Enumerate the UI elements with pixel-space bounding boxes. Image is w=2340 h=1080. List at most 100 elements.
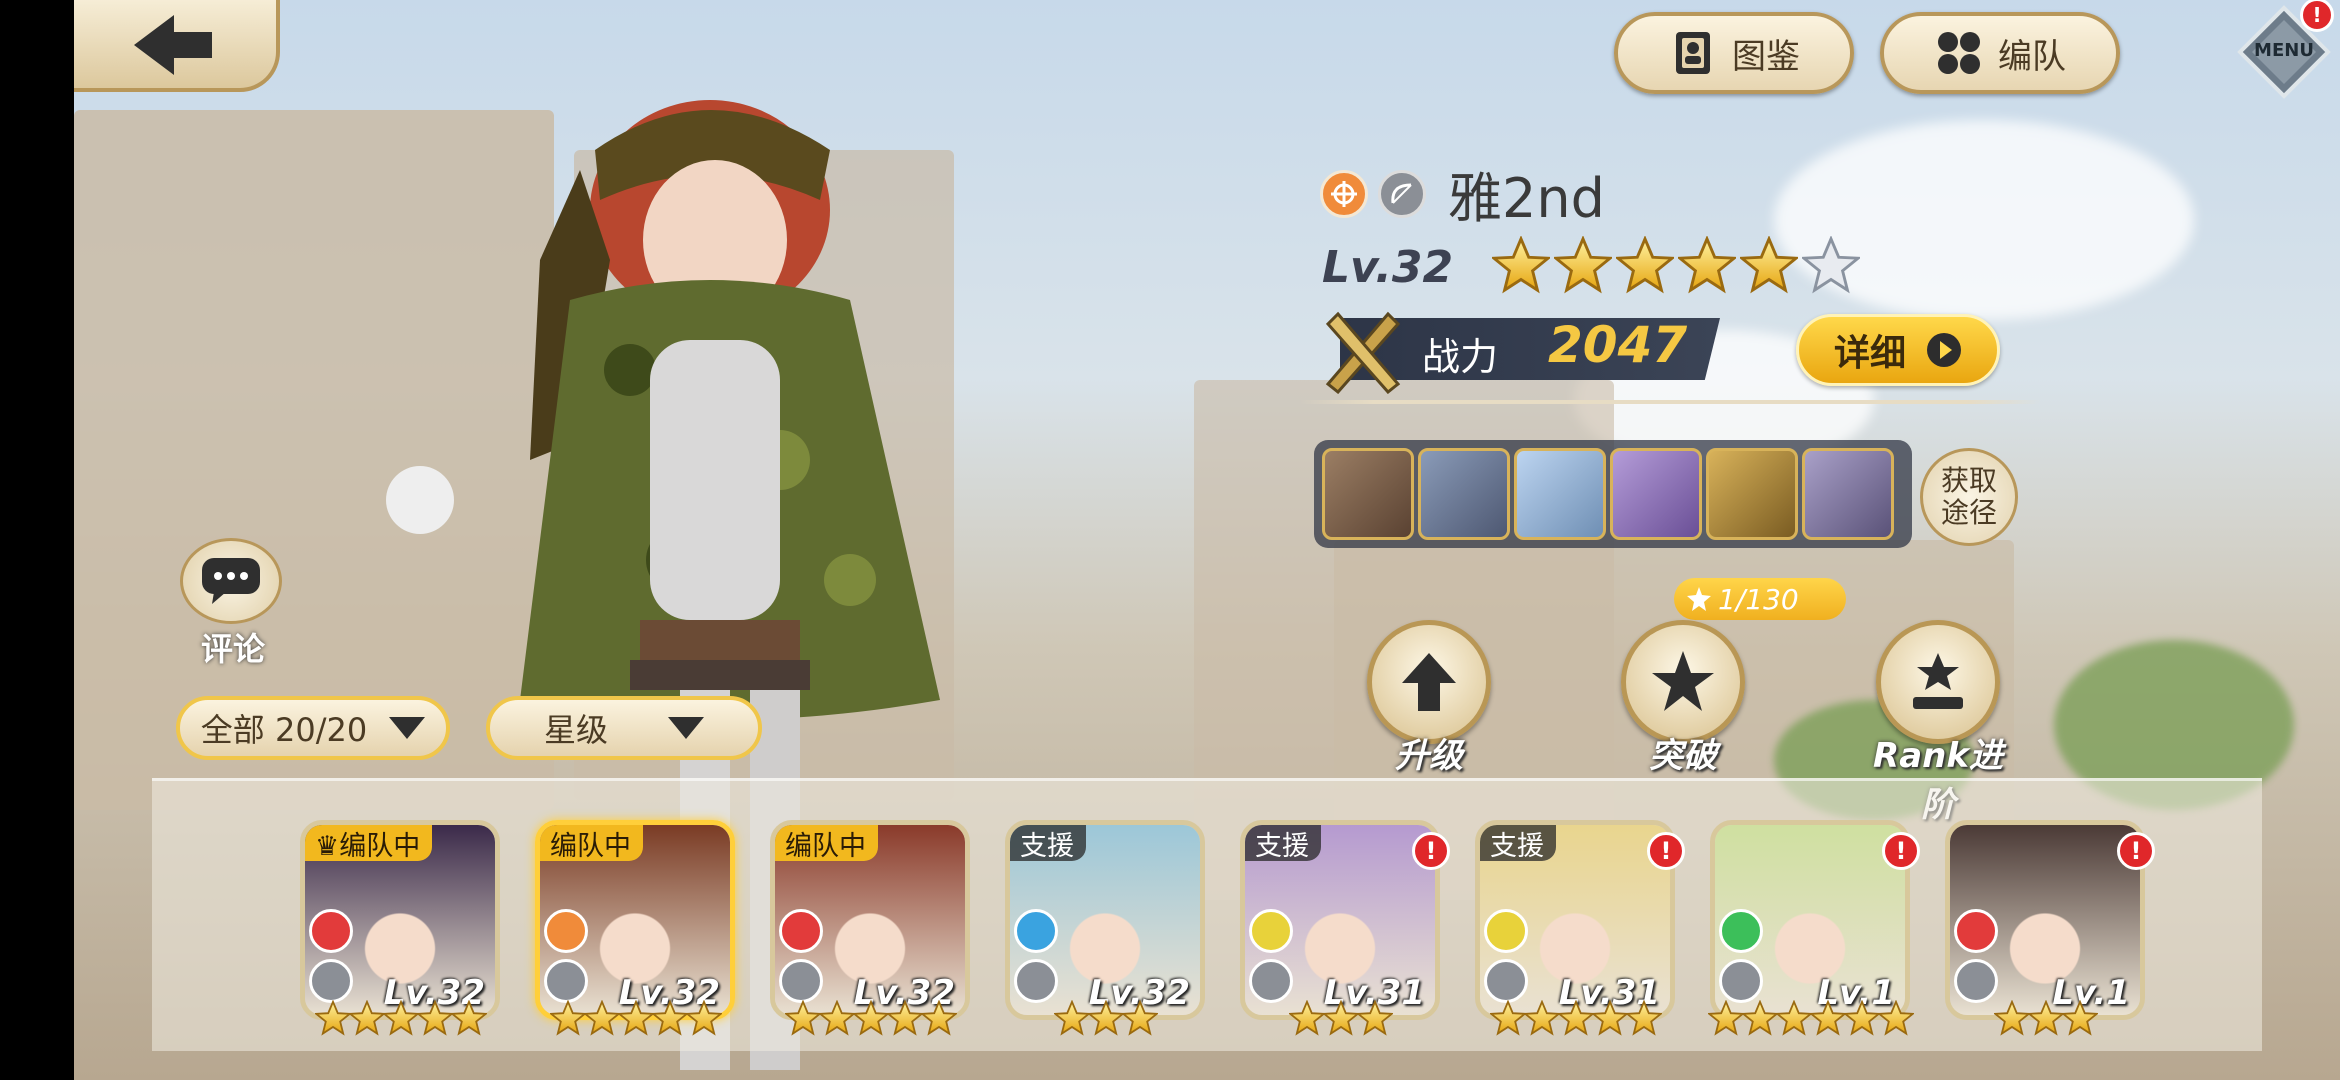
equipment-slot-accessory[interactable] [1802, 448, 1894, 540]
roster-star [919, 999, 959, 1040]
rarity-star [1490, 235, 1552, 298]
status-tag: 支援 [1480, 825, 1556, 862]
element-orange-icon [544, 909, 588, 953]
rarity-star [1676, 235, 1738, 298]
element-orange-icon [1320, 169, 1368, 218]
roster-star [616, 999, 656, 1040]
roster-star [582, 999, 622, 1040]
roster-star [1808, 999, 1848, 1040]
roster-star [1556, 999, 1596, 1040]
roster-star [1842, 999, 1882, 1040]
staff-role-icon [1484, 959, 1528, 1003]
roster-card[interactable]: Lv.1 [1710, 820, 1910, 1020]
book-icon [1676, 32, 1710, 74]
obtain-source-button[interactable]: 获取 途径 [1920, 448, 2018, 546]
chat-bubble-icon [202, 558, 260, 604]
roster-card[interactable]: 编队中 Lv.32 [770, 820, 970, 1020]
roster-star [851, 999, 891, 1040]
roster-card[interactable]: 支援 Lv.32 [1005, 820, 1205, 1020]
filter-all-label: 全部 20/20 [200, 711, 368, 749]
formation-label: 编队 [1998, 36, 2066, 77]
roster-stars [313, 999, 489, 1040]
roster-card[interactable]: 支援 Lv.31 [1240, 820, 1440, 1020]
roster-star [650, 999, 690, 1040]
roster-star [1488, 999, 1528, 1040]
roster-star [381, 999, 421, 1040]
breakthrough-button[interactable]: 突破 [1608, 620, 1758, 777]
bow-role-icon [1719, 959, 1763, 1003]
shard-counter: 1/130 [1674, 578, 1846, 620]
element-fire-icon [779, 909, 823, 953]
roster-star [449, 999, 489, 1040]
comment-button[interactable]: 评论 [180, 538, 286, 670]
collection-button[interactable]: 图鉴 [1614, 12, 1854, 94]
element-wind-icon [1719, 909, 1763, 953]
back-button[interactable] [74, 0, 280, 92]
rarity-star [1738, 235, 1800, 298]
roster-star [1321, 999, 1361, 1040]
roster-card[interactable]: Lv.1 [1945, 820, 2145, 1020]
play-arrow-icon [1927, 333, 1961, 367]
roster-star [1706, 999, 1746, 1040]
roster-star [1120, 999, 1160, 1040]
back-arrow-icon [134, 15, 212, 75]
section-divider [1300, 400, 2040, 404]
filter-star-dropdown[interactable]: 星级 [486, 696, 762, 760]
roster-star [817, 999, 857, 1040]
new-alert-badge: ! [1412, 832, 1450, 870]
element-light-icon [1484, 909, 1528, 953]
star-burst-icon [1652, 651, 1714, 711]
menu-button[interactable]: MENU ! [2236, 0, 2334, 100]
formation-button[interactable]: 编队 [1880, 12, 2120, 94]
sword-role-icon [1954, 959, 1998, 1003]
equipment-panel [1314, 440, 1912, 548]
roster-stars [1992, 999, 2100, 1040]
sword-role-icon [779, 959, 823, 1003]
power-label: 战力 [1422, 335, 1499, 379]
bow-role-icon [1378, 169, 1426, 218]
element-water-icon [1014, 909, 1058, 953]
status-tag: 支援 [1245, 825, 1321, 862]
shard-icon [1687, 587, 1711, 611]
dropdown-icon [668, 717, 704, 739]
roster-star [1774, 999, 1814, 1040]
roster-star [783, 999, 823, 1040]
roster-star [1740, 999, 1780, 1040]
roster-star [1287, 999, 1327, 1040]
upgrade-button[interactable]: 升级 [1354, 620, 1504, 777]
equipment-slot-boots[interactable] [1610, 448, 1702, 540]
roster-star [2060, 999, 2100, 1040]
detail-button[interactable]: 详细 [1796, 314, 2000, 386]
obtain-label-line2: 途径 [1940, 496, 1997, 529]
status-tag: 编队中 [775, 825, 878, 862]
roster-star [415, 999, 455, 1040]
status-tag: ♛编队中 [305, 825, 433, 862]
roster-stars [1706, 999, 1916, 1040]
roster-star [1992, 999, 2032, 1040]
new-alert-badge: ! [1882, 832, 1920, 870]
filter-all-dropdown[interactable]: 全部 20/20 [176, 696, 450, 760]
character-name: 雅2nd [1448, 167, 1605, 230]
roster-star [1624, 999, 1664, 1040]
roster-star [1522, 999, 1562, 1040]
roster-star [1052, 999, 1092, 1040]
status-tag: 编队中 [540, 825, 643, 862]
bow-role-icon [544, 959, 588, 1003]
character-level: Lv.32 [1322, 241, 1454, 293]
upgrade-label: 升级 [1395, 736, 1463, 776]
equipment-slot-weapon[interactable] [1322, 448, 1414, 540]
equipment-slot-gauntlet[interactable] [1706, 448, 1798, 540]
equipment-slot-armor[interactable] [1514, 448, 1606, 540]
new-alert-badge: ! [2117, 832, 2155, 870]
formation-icon [1938, 32, 1980, 74]
roster-card[interactable]: ♛编队中 Lv.32 [300, 820, 500, 1020]
new-alert-badge: ! [1647, 832, 1685, 870]
roster-star [1355, 999, 1395, 1040]
roster-star [885, 999, 925, 1040]
roster-card[interactable]: 支援 Lv.31 [1475, 820, 1675, 1020]
up-arrow-icon [1402, 653, 1456, 711]
menu-label: MENU [2254, 40, 2314, 61]
roster-stars [548, 999, 724, 1040]
roster-card[interactable]: 编队中 Lv.32 [535, 820, 735, 1020]
equipment-slot-helmet[interactable] [1418, 448, 1510, 540]
